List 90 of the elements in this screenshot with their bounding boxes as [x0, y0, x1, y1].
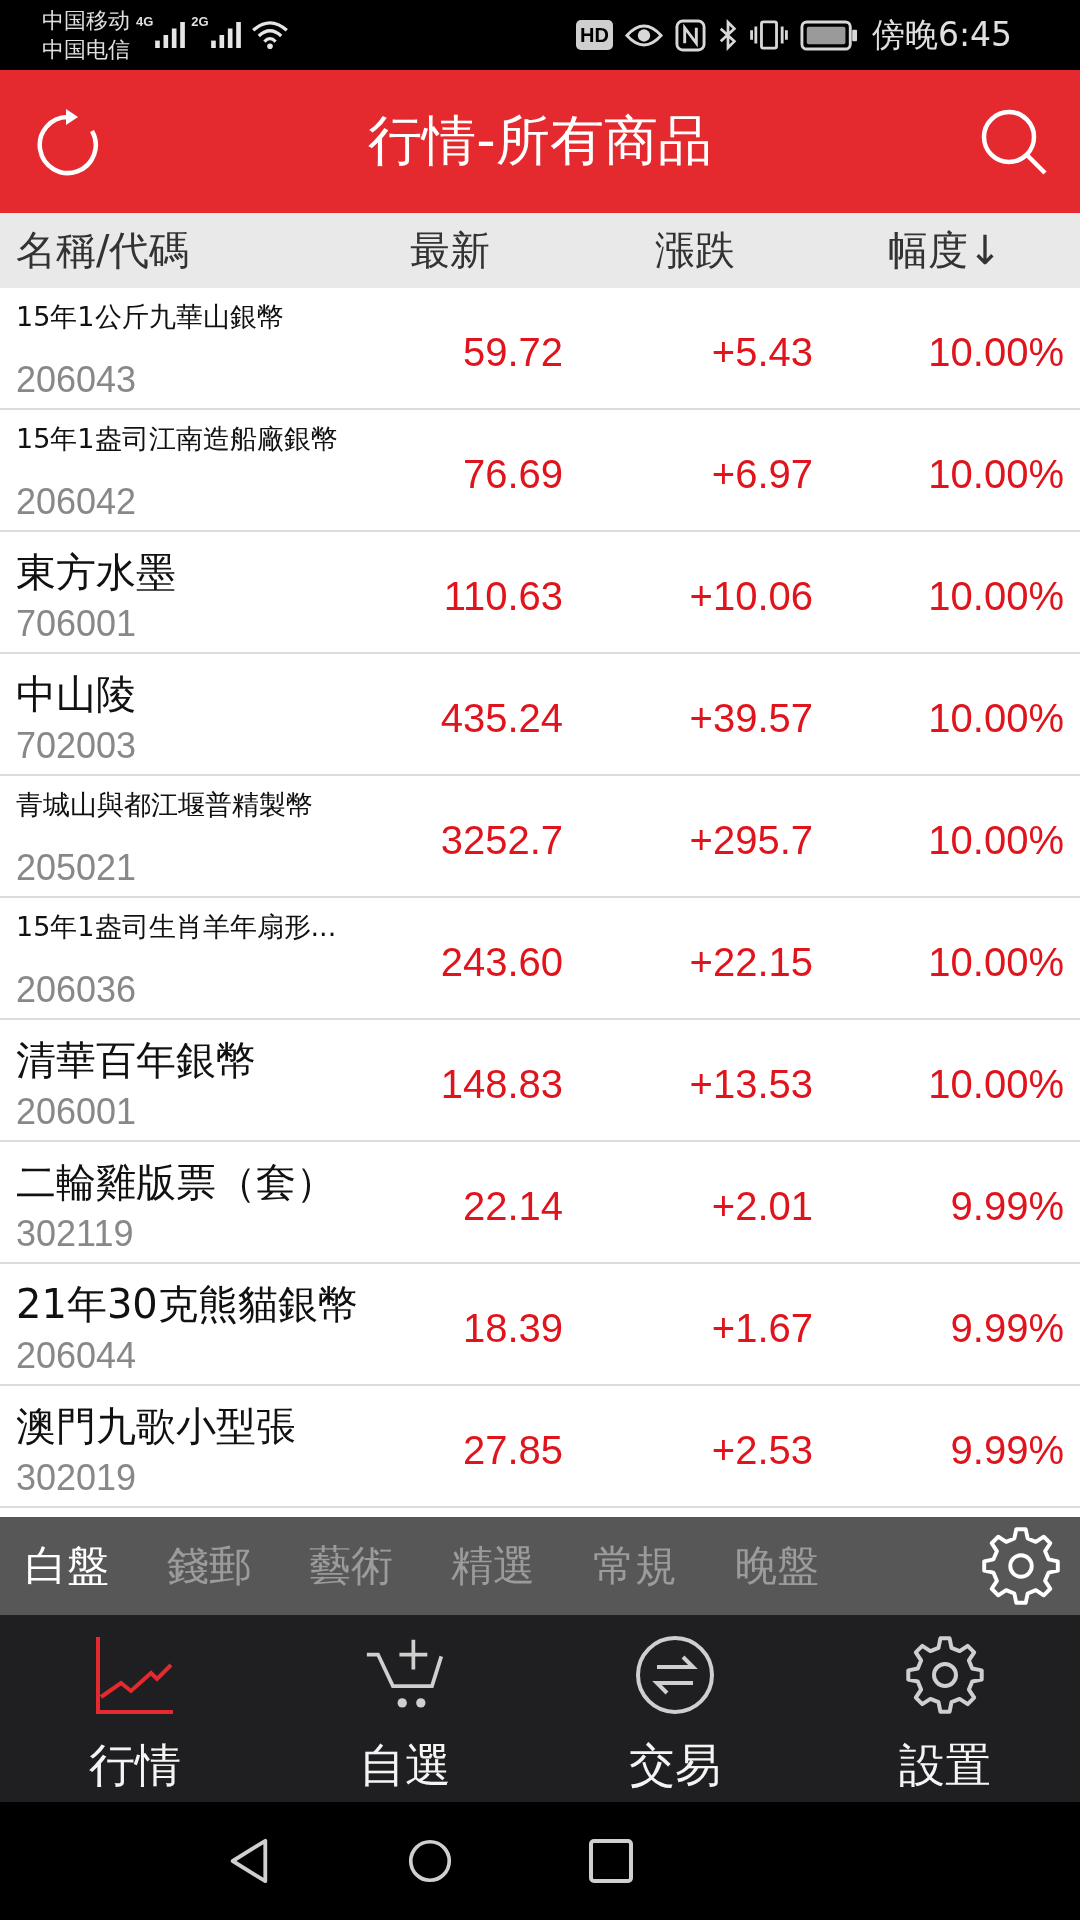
quote-row[interactable]: 15年1盎司生肖羊年扇形... 206036 243.60 +22.15 10.00%: [0, 898, 1080, 1020]
price-change: +2.53: [711, 1427, 813, 1473]
quote-row[interactable]: 15年1公斤九華山銀幣 206043 59.72 +5.43 10.00%: [0, 288, 1080, 410]
carrier-name: 中国移动: [42, 7, 130, 35]
change-percent: 10.00%: [928, 573, 1064, 619]
change-percent: 10.00%: [928, 817, 1064, 863]
recents-icon[interactable]: [589, 1838, 633, 1884]
product-name: 東方水墨: [16, 548, 176, 596]
price-change: +39.57: [689, 695, 813, 741]
settings-icon[interactable]: [980, 1525, 1062, 1607]
signal-icon: [155, 22, 186, 48]
column-header[interactable]: 最新: [410, 223, 490, 278]
price-change: +6.97: [711, 451, 813, 497]
change-percent: 10.00%: [928, 695, 1064, 741]
product-name: 21年30克熊貓銀幣: [16, 1280, 358, 1328]
latest-price: 76.69: [462, 451, 563, 497]
nfc-icon: [674, 18, 706, 52]
product-name: 15年1盎司江南造船廠銀幣: [16, 422, 338, 456]
nav-tab[interactable]: 交易: [540, 1615, 810, 1802]
price-change: +295.7: [689, 817, 813, 863]
nav-tab[interactable]: 自選: [270, 1615, 540, 1802]
quote-row[interactable]: 澳門九歌小型張 302019 27.85 +2.53 9.99%: [0, 1386, 1080, 1508]
eye-icon: [624, 22, 663, 48]
column-header[interactable]: 名稱/代碼: [16, 223, 190, 278]
line-chart-icon: [95, 1635, 175, 1715]
battery-icon: [799, 19, 858, 51]
product-name: 15年1公斤九華山銀幣: [16, 300, 284, 334]
latest-price: 435.24: [440, 695, 563, 741]
signal-icon: [210, 22, 241, 48]
quote-row[interactable]: 東方水墨 706001 110.63 +10.06 10.00%: [0, 532, 1080, 654]
quote-row[interactable]: 15年1盎司江南造船廠銀幣 206042 76.69 +6.97 10.00%: [0, 410, 1080, 532]
column-header[interactable]: 漲跌: [655, 223, 735, 278]
latest-price: 110.63: [443, 573, 563, 619]
quote-row[interactable]: 清華百年銀幣 206001 148.83 +13.53 10.00%: [0, 1020, 1080, 1142]
product-name: 清華百年銀幣: [16, 1036, 256, 1084]
product-name: 15年1盎司生肖羊年扇形...: [16, 910, 337, 944]
product-code: 702003: [16, 726, 137, 766]
vibrate-icon: [749, 19, 788, 51]
change-percent: 10.00%: [928, 1061, 1064, 1107]
price-change: +2.01: [711, 1183, 813, 1229]
product-code: 302019: [16, 1458, 137, 1498]
product-code: 302119: [16, 1214, 134, 1254]
change-percent: 10.00%: [928, 451, 1064, 497]
product-code: 206001: [16, 1092, 137, 1132]
change-percent: 10.00%: [928, 329, 1064, 375]
product-code: 706001: [16, 604, 137, 644]
column-header[interactable]: 幅度↓: [888, 223, 1002, 278]
home-icon[interactable]: [408, 1838, 452, 1884]
exchange-arrows-icon: [635, 1635, 715, 1715]
quote-row[interactable]: 二輪雞版票（套） 302119 22.14 +2.01 9.99%: [0, 1142, 1080, 1264]
latest-price: 148.83: [440, 1061, 563, 1107]
market-tab[interactable]: 白盤: [25, 1538, 109, 1594]
change-percent: 10.00%: [928, 939, 1064, 985]
product-name: 中山陵: [16, 670, 136, 718]
latest-price: 59.72: [462, 329, 563, 375]
latest-price: 22.14: [462, 1183, 563, 1229]
quote-row[interactable]: 21年30克熊貓銀幣 206044 18.39 +1.67 9.99%: [0, 1264, 1080, 1386]
latest-price: 27.85: [462, 1427, 563, 1473]
quote-row[interactable]: 青城山與都江堰普精製幣 205021 3252.7 +295.7 10.00%: [0, 776, 1080, 898]
product-code: 206036: [16, 970, 137, 1010]
latest-price: 3252.7: [440, 817, 563, 863]
price-change: +22.15: [689, 939, 813, 985]
product-code: 206042: [16, 482, 137, 522]
latest-price: 18.39: [462, 1305, 563, 1351]
product-name: 青城山與都江堰普精製幣: [16, 788, 313, 822]
carrier-name: 中国电信: [42, 36, 130, 64]
hd-badge: HD: [576, 20, 613, 50]
network-type-label: 2G: [191, 14, 209, 29]
change-percent: 9.99%: [950, 1183, 1064, 1229]
product-name: 二輪雞版票（套）: [16, 1158, 336, 1206]
price-change: +10.06: [689, 573, 813, 619]
bluetooth-icon: [717, 19, 738, 51]
nav-tab[interactable]: 設置: [810, 1615, 1080, 1802]
product-name: 澳門九歌小型張: [16, 1402, 296, 1450]
product-code: 206043: [16, 360, 137, 400]
price-change: +1.67: [711, 1305, 813, 1351]
product-code: 205021: [16, 848, 137, 888]
settings-icon: [905, 1635, 985, 1715]
change-percent: 9.99%: [950, 1305, 1064, 1351]
product-code: 206044: [16, 1336, 137, 1376]
price-change: +13.53: [689, 1061, 813, 1107]
network-type-label: 4G: [136, 14, 154, 29]
clock-time: 傍晚6:45: [871, 13, 1012, 56]
change-percent: 9.99%: [950, 1427, 1064, 1473]
wifi-icon: [250, 21, 289, 49]
price-change: +5.43: [711, 329, 813, 375]
nav-tab[interactable]: 行情: [0, 1615, 270, 1802]
page-title: 行情-所有商品: [368, 108, 712, 174]
quote-row[interactable]: 中山陵 702003 435.24 +39.57 10.00%: [0, 654, 1080, 776]
latest-price: 243.60: [440, 939, 563, 985]
